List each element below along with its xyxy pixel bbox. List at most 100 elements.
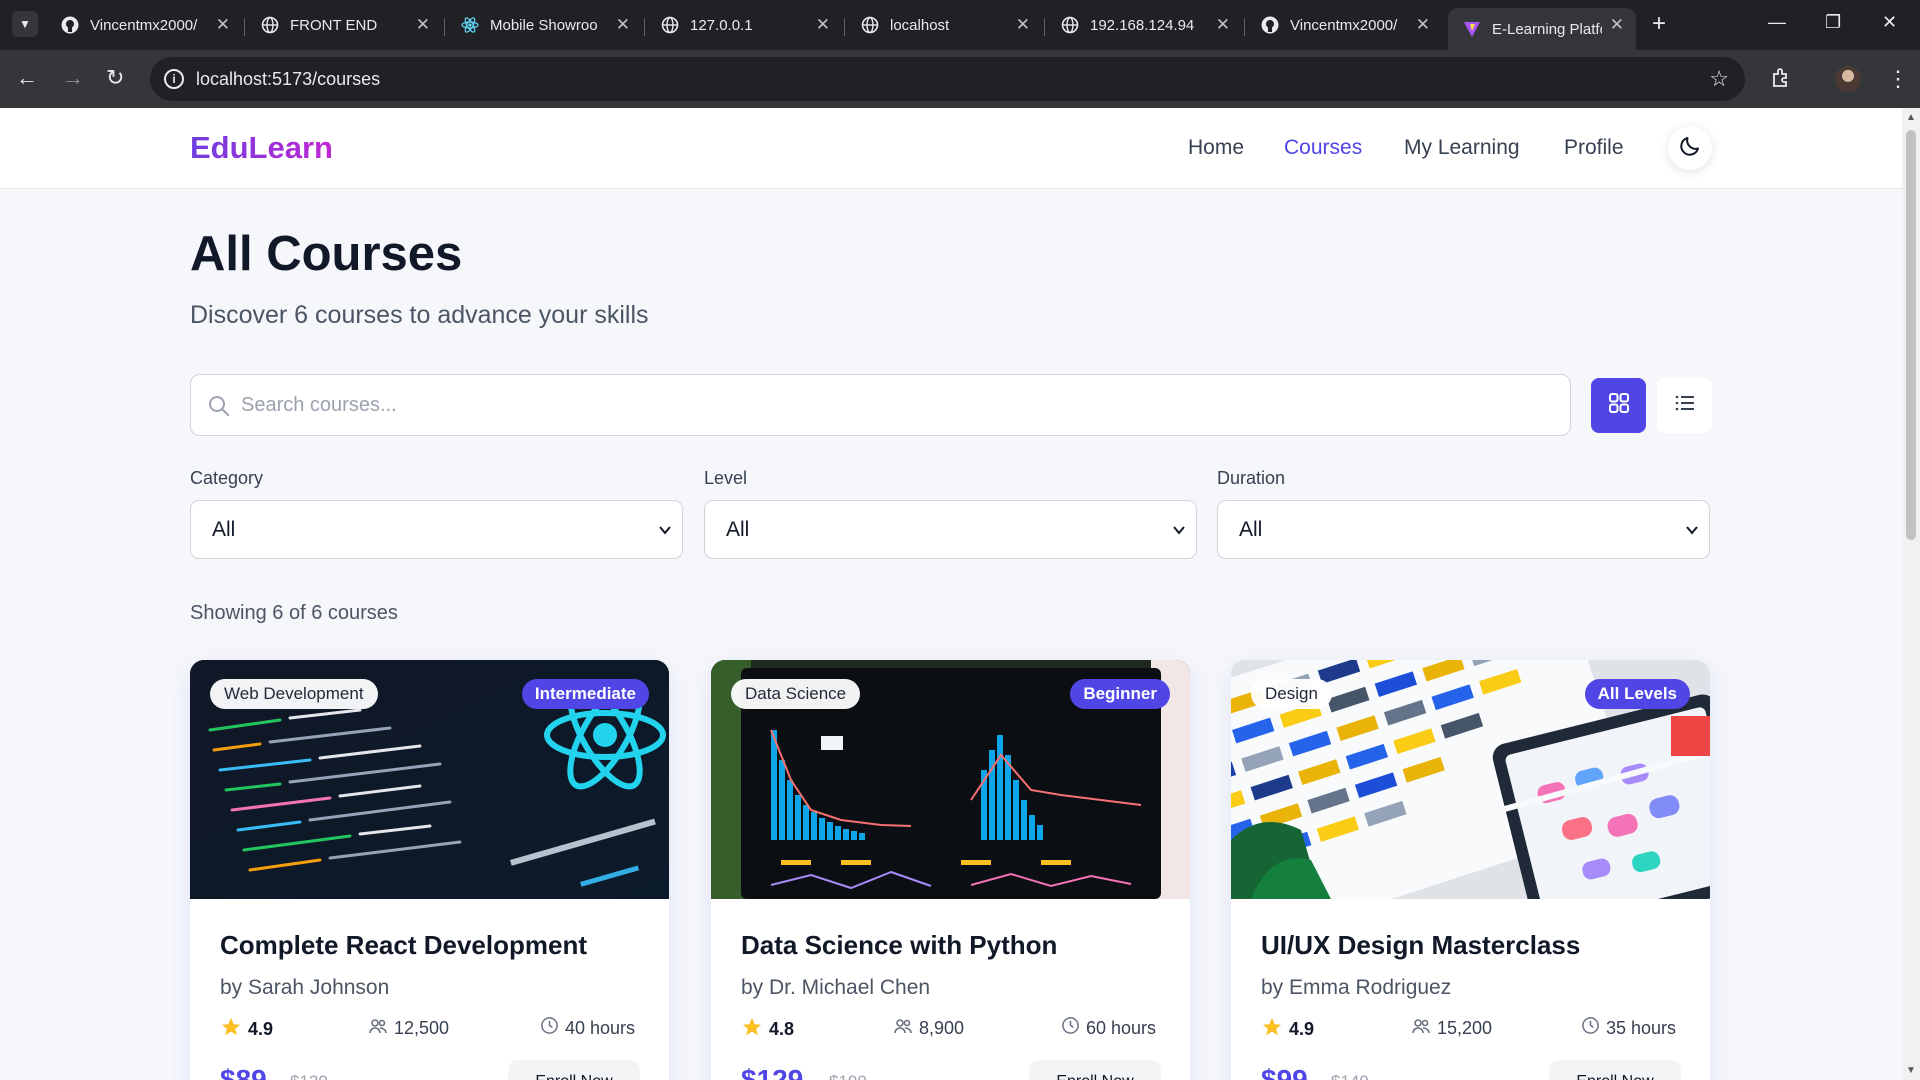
page-subtitle: Discover 6 courses to advance your skill… [190, 301, 649, 329]
browser-tab[interactable]: 127.0.0.1 ✕ [646, 8, 842, 42]
course-category-badge: Design [1251, 679, 1332, 709]
course-card[interactable]: Design All Levels UI/UX Design Mastercla… [1231, 660, 1710, 1080]
course-card[interactable]: Data Science Beginner Data Science with … [711, 660, 1190, 1080]
browser-profile-avatar[interactable] [1835, 66, 1861, 92]
page-scrollbar[interactable]: ▲ ▼ [1902, 108, 1920, 1080]
tab-search-button[interactable]: ▼ [12, 11, 38, 37]
vite-icon [1462, 19, 1482, 39]
close-icon[interactable]: ✕ [1416, 15, 1430, 35]
forward-button[interactable]: → [62, 67, 84, 89]
reload-button[interactable]: ↻ [106, 67, 124, 89]
enroll-button[interactable]: Enroll Now [508, 1060, 640, 1080]
browser-tab[interactable]: Vincentmx2000/ ✕ [1246, 8, 1442, 42]
close-icon[interactable]: ✕ [616, 15, 630, 35]
course-card[interactable]: Web Development Intermediate Complete Re… [190, 660, 669, 1080]
scroll-down-icon[interactable]: ▼ [1906, 1065, 1916, 1076]
grid-view-button[interactable] [1591, 378, 1646, 433]
nav-courses[interactable]: Courses [1284, 136, 1362, 160]
tab-title: Mobile Showroo [490, 16, 598, 34]
course-students: 12,500 [368, 1016, 449, 1041]
course-duration: 35 hours [1581, 1016, 1676, 1040]
course-title[interactable]: UI/UX Design Masterclass [1261, 930, 1580, 961]
rating-value: 4.8 [769, 1019, 795, 1039]
duration-value: 40 hours [565, 1017, 636, 1038]
restore-button[interactable]: ❐ [1825, 12, 1841, 33]
clock-icon [1581, 1016, 1606, 1040]
browser-tab[interactable]: FRONT END ✕ [246, 8, 442, 42]
users-icon [368, 1016, 394, 1041]
browser-tab[interactable]: 192.168.124.94 ✕ [1046, 8, 1242, 42]
browser-tab-bar: ▼ Vincentmx2000/ ✕ FRONT END ✕ Mobile Sh… [0, 0, 1920, 50]
plus-icon: + [1652, 10, 1667, 37]
enroll-button[interactable]: Enroll Now [1029, 1060, 1161, 1080]
clock-icon [540, 1016, 565, 1040]
scroll-up-icon[interactable]: ▲ [1906, 112, 1916, 123]
site-logo[interactable]: EduLearn [190, 130, 333, 166]
nav-home[interactable]: Home [1188, 136, 1244, 160]
course-title[interactable]: Data Science with Python [741, 930, 1057, 961]
tab-title: Vincentmx2000/ [90, 16, 198, 34]
arrow-right-icon: → [62, 65, 84, 90]
students-count: 15,200 [1437, 1018, 1493, 1038]
nav-my-learning[interactable]: My Learning [1404, 136, 1520, 160]
tab-title: 192.168.124.94 [1090, 16, 1195, 34]
close-icon[interactable]: ✕ [816, 15, 830, 35]
category-select[interactable]: All [190, 500, 683, 559]
browser-tab[interactable]: Mobile Showroo ✕ [446, 8, 642, 42]
close-icon[interactable]: ✕ [1216, 15, 1230, 35]
address-bar[interactable]: i localhost:5173/courses ☆ [150, 57, 1745, 101]
browser-tab-active[interactable]: E-Learning Platfo ✕ [1448, 8, 1636, 50]
nav-profile[interactable]: Profile [1564, 136, 1624, 160]
rating-value: 4.9 [1289, 1019, 1315, 1039]
enroll-button[interactable]: Enroll Now [1549, 1060, 1681, 1080]
chevron-down-icon [1172, 523, 1186, 542]
menu-kebab-icon[interactable]: ⋮ [1887, 66, 1909, 92]
course-instructor: by Emma Rodriguez [1261, 976, 1452, 999]
category-select-value: All [212, 518, 236, 541]
scrollbar-thumb[interactable] [1906, 130, 1916, 540]
students-count: 12,500 [394, 1018, 450, 1038]
course-instructor: by Sarah Johnson [220, 976, 390, 999]
new-tab-button[interactable]: + [1652, 12, 1666, 36]
back-button[interactable]: ← [16, 67, 38, 89]
close-icon[interactable]: ✕ [1610, 15, 1624, 35]
duration-select-value: All [1239, 518, 1263, 541]
bookmark-star-icon[interactable]: ☆ [1709, 66, 1729, 92]
level-select[interactable]: All [704, 500, 1197, 559]
search-input[interactable] [241, 375, 1541, 435]
minimize-button[interactable]: — [1768, 12, 1786, 33]
users-icon [893, 1016, 919, 1041]
site-info-icon[interactable]: i [164, 69, 184, 89]
search-icon [207, 394, 231, 423]
page-title: All Courses [190, 227, 463, 281]
extensions-icon[interactable] [1770, 66, 1792, 94]
course-rating: 4.9 [220, 1016, 273, 1043]
duration-value: 35 hours [1606, 1017, 1677, 1038]
course-title[interactable]: Complete React Development [220, 930, 587, 961]
list-view-button[interactable] [1657, 378, 1712, 433]
close-icon[interactable]: ✕ [1016, 15, 1030, 35]
react-icon [460, 15, 480, 35]
tab-title: 127.0.0.1 [690, 16, 753, 34]
course-rating: 4.9 [1261, 1016, 1314, 1043]
theme-toggle-button[interactable] [1668, 126, 1712, 170]
course-category-badge: Web Development [210, 679, 378, 709]
reload-icon: ↻ [106, 65, 125, 90]
close-icon[interactable]: ✕ [416, 15, 430, 35]
github-icon [60, 15, 80, 35]
close-icon[interactable]: ✕ [216, 15, 230, 35]
url-text[interactable]: localhost:5173/courses [196, 69, 380, 90]
tab-title: localhost [890, 16, 950, 34]
chevron-down-icon [658, 523, 672, 542]
list-icon [1674, 392, 1696, 419]
course-level-badge: Beginner [1070, 679, 1170, 709]
browser-toolbar: ← → ↻ i localhost:5173/courses ☆ ⋮ [0, 50, 1920, 108]
page-viewport: EduLearn Home Courses My Learning Profil… [0, 108, 1902, 1080]
course-original-price: $129 [290, 1072, 328, 1080]
duration-select[interactable]: All [1217, 500, 1710, 559]
browser-tab[interactable]: Vincentmx2000/ ✕ [46, 8, 242, 42]
globe-icon [860, 15, 880, 35]
browser-tab[interactable]: localhost ✕ [846, 8, 1042, 42]
close-window-button[interactable]: ✕ [1882, 12, 1897, 33]
users-icon [1411, 1016, 1437, 1041]
